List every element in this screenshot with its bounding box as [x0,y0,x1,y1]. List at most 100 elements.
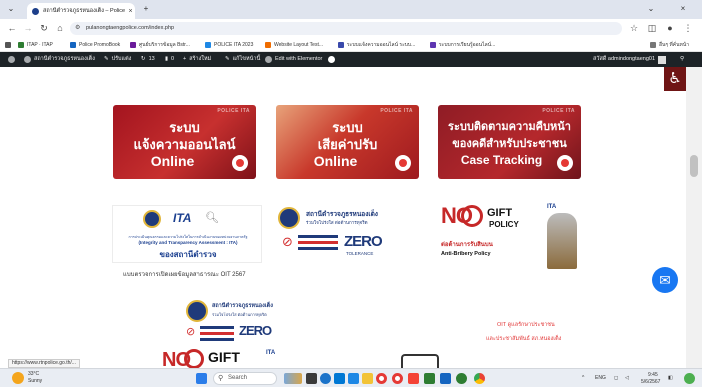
bookmark-favicon-icon [338,42,344,48]
bookmark-star-icon[interactable]: ☆ [628,22,640,34]
address-url: pulanongtaengpolice.com/index.php [86,25,175,31]
page-content: POLICE ITA ระบบ แจ้งความออนไลน์ Online P… [0,67,702,368]
ita-station: ของสถานีตำรวจ [159,250,217,259]
wp-edit-page[interactable]: ✎ แก้ไขหน้านี้ [225,52,260,67]
tolerance-text: TOLERANCE [346,251,374,256]
mail-icon[interactable] [348,373,359,384]
ita-mini-logo: ITA [547,204,557,210]
brush-icon: ✎ [104,56,109,62]
bookmark-3[interactable]: POLICE ITA 2023 [205,40,253,50]
search-icon: ⚲ [218,375,224,382]
app-icon-red[interactable] [408,373,419,384]
bookmark-favicon-icon [205,42,211,48]
stripe-graphic [200,338,234,341]
window-close-icon[interactable]: × [678,3,688,15]
chrome-icon[interactable] [474,373,485,384]
site-info-icon[interactable]: ⚙ [75,25,82,32]
wp-customize[interactable]: ✎ ปรับแต่ง [104,52,131,67]
profile-icon[interactable]: ● [664,22,676,34]
app-icon-green[interactable] [424,373,435,384]
reload-icon[interactable]: ↻ [38,22,50,34]
weather-sun-icon[interactable] [12,372,24,384]
no-sign-icon: ⊘ [186,326,196,338]
forward-icon[interactable]: → [22,22,34,34]
wp-new[interactable]: + สร้างใหม่ [183,52,211,67]
wp-elementor[interactable]: Edit with Elementor [265,52,322,67]
opera-icon[interactable] [376,373,387,384]
bookmark-4[interactable]: Website Layout Test... [265,40,323,50]
windows-start-icon[interactable] [196,373,207,384]
scrollbar-thumb[interactable] [690,155,698,177]
network-icon[interactable]: ◻︎ [614,375,618,382]
zero-tolerance-card[interactable]: สถานีตำรวจภูธรหนองเต็ง ร่วมใจโปร่งใส ต่อ… [274,205,424,267]
accessibility-icon[interactable]: ♿︎ [664,67,686,91]
new-tab-button[interactable]: + [140,3,152,15]
bookmark-5[interactable]: ระบบแจ้งความออนไลน์ ระบบ... [338,40,415,50]
copilot-icon[interactable] [684,373,695,384]
anti-bribery-english: Anti-Bribery Policy [441,251,491,257]
bookmark-0[interactable]: ITAP · ITAP [18,40,53,50]
banner-line2: แจ้งความออนไลน์ [133,137,236,152]
banner-line3: Case Tracking [460,153,543,167]
wp-site-name[interactable]: สถานีตำรวจภูธรหนองเต็ง [24,52,95,67]
stripe-graphic [298,241,338,244]
minimize-icon[interactable]: ⌄ [646,3,656,15]
clock-time[interactable]: 9:45 [648,372,658,379]
home-icon [24,56,31,63]
page-scrollbar[interactable] [686,67,702,368]
language-indicator[interactable]: ENG [595,375,606,382]
search-placeholder: Search [228,375,248,381]
online-fine-banner[interactable]: POLICE ITA ระบบ เสียค่าปรับ Online [276,105,419,179]
weather-desc: Sunny [28,378,43,384]
taskbar-search[interactable]: ⚲ Search [213,372,277,385]
no-gift-gift-text: GIFT [208,349,240,365]
wp-wpforms-icon[interactable] [328,52,335,67]
file-explorer-icon[interactable] [362,373,373,384]
ita-logo-text: ITA [173,211,192,225]
home-icon[interactable]: ⌂ [54,22,66,34]
notification-icon[interactable]: ◧ [668,375,673,382]
app-icon-blue[interactable] [440,373,451,384]
stripe-graphic [298,235,338,238]
edge-icon[interactable] [320,373,331,384]
bookmark-apps-icon[interactable] [5,40,11,50]
clock-date[interactable]: 5/6/2567 [641,379,660,386]
case-tracking-banner[interactable]: POLICE ITA ระบบติดตามความคืบหน้า ของคดีส… [438,105,581,179]
tray-chevron-icon[interactable]: ^ [582,375,584,382]
wp-updates[interactable]: ↻ 13 [141,52,155,67]
oit-line2[interactable]: และประชาสัมพันธ์ สภ.หนองเต็ง [486,335,561,343]
line-app-icon[interactable] [456,373,467,384]
click-hand-icon [232,155,248,171]
oit-caption-link[interactable]: แบบตรวจการเปิดเผยข้อมูลสาธารณะ OIT 2567 [123,269,246,279]
messenger-chat-icon[interactable]: ✉︎ [652,267,678,293]
bookmark-1[interactable]: Police PromoBook [70,40,120,50]
opera-gx-icon[interactable] [392,373,403,384]
wp-search-icon[interactable]: ⚲ [680,52,684,67]
other-bookmarks[interactable]: อื่นๆ ที่คั่นหน้า [650,40,689,50]
ita-card[interactable]: ITA 🔍︎ การประเมินคุณธรรมและความโปร่งใสใน… [112,205,262,263]
online-report-banner[interactable]: POLICE ITA ระบบ แจ้งความออนไลน์ Online [113,105,256,179]
browser-tab-active[interactable]: สถานีตำรวจภูธรหนองเต็ง – Police I × [27,3,135,19]
tab-search-icon[interactable]: ⌄ [5,3,17,15]
wordpress-logo-icon[interactable] [8,52,15,67]
address-bar[interactable]: ⚙ pulanongtaengpolice.com/index.php [70,22,622,35]
no-gift-policy-card-2[interactable]: NO GIFT ITA [160,347,300,368]
wp-comments[interactable]: ▮ 0 [165,52,174,67]
banner-watermark: POLICE ITA [542,108,575,114]
bookmark-2[interactable]: ศูนย์บริการข้อมูล Bstr... [130,40,190,50]
tab-title: สถานีตำรวจภูธรหนองเต็ง – Police I [43,8,126,14]
task-view-icon[interactable] [306,373,317,384]
no-gift-policy-card[interactable]: NO GIFT POLICY ITA ต่อต้านการรับสินบน An… [439,203,583,271]
oit-line1[interactable]: OIT ดูแลรักษาประชาชน [497,321,555,329]
extensions-icon[interactable]: ◫ [646,22,658,34]
bookmark-6[interactable]: ระบบการเรียนรู้ออนไลน์... [430,40,495,50]
back-icon[interactable]: ← [6,22,18,34]
wp-howdy[interactable]: สวัสดี admindongtaeng01 [593,52,666,67]
widgets-icon[interactable] [284,373,302,384]
store-icon[interactable] [334,373,345,384]
browser-menu-icon[interactable]: ⋮ [682,22,694,34]
ita-mini-logo: ITA [266,350,276,356]
ita-english: (Integrity and Transparency Assessment :… [138,240,238,245]
volume-icon[interactable]: ◁ [625,375,629,382]
tab-close-icon[interactable]: × [126,8,135,15]
